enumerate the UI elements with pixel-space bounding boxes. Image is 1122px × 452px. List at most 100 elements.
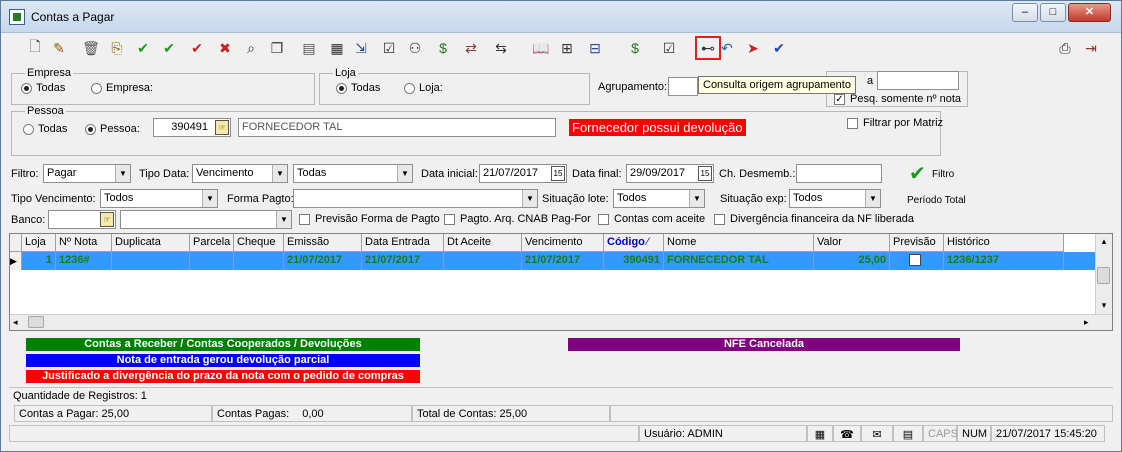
column-header-parcela[interactable]: Parcela bbox=[190, 234, 234, 252]
users-icon[interactable]: ⚇ bbox=[405, 38, 425, 58]
pessoa-one-radio[interactable]: Pessoa: bbox=[85, 123, 140, 135]
money-icon[interactable]: $ bbox=[433, 38, 453, 58]
cell-nota: 1236# bbox=[56, 252, 112, 270]
new-document-icon[interactable]: 🗋 bbox=[25, 38, 45, 58]
nota-search-field[interactable] bbox=[877, 71, 959, 90]
filtrar-matriz-checkbox[interactable]: Filtrar por Matriz bbox=[847, 117, 943, 129]
data-final-field[interactable]: 29/09/2017 15 bbox=[626, 164, 714, 183]
tipo-venc-select[interactable]: Todos ▼ bbox=[100, 189, 218, 208]
tipo-data-select[interactable]: Vencimento ▼ bbox=[192, 164, 288, 183]
export-icon[interactable]: ⇲ bbox=[351, 38, 371, 58]
undo-icon[interactable]: ↶ bbox=[717, 38, 737, 58]
column-header-vencimento[interactable]: Vencimento bbox=[522, 234, 604, 252]
agrupamento-field[interactable] bbox=[668, 77, 698, 96]
transfer-icon[interactable]: ⇄ bbox=[461, 38, 481, 58]
scroll-left-icon[interactable]: ◂ bbox=[13, 315, 23, 329]
confirm-icon[interactable]: ✔ bbox=[133, 38, 153, 58]
column-header-aceite[interactable]: Dt Aceite bbox=[444, 234, 522, 252]
contas-aceite-checkbox[interactable]: Contas com aceite bbox=[598, 213, 705, 225]
banco-select[interactable]: ▼ bbox=[120, 210, 292, 229]
pagto-arq-checkbox[interactable]: Pagto. Arq. CNAB Pag-For bbox=[444, 213, 591, 225]
tipo-venc-select-value: Todos bbox=[104, 192, 134, 204]
book-icon[interactable]: 📖 bbox=[531, 38, 551, 58]
checkbox-list-icon[interactable]: ☑ bbox=[659, 38, 679, 58]
confirm-all-icon[interactable]: ✔ bbox=[159, 38, 179, 58]
column-header-loja[interactable]: Loja bbox=[22, 234, 56, 252]
forma-pagto-select[interactable]: ▼ bbox=[293, 189, 538, 208]
maximize-button[interactable]: □ bbox=[1040, 3, 1066, 22]
loja-one-radio[interactable]: Loja: bbox=[404, 82, 443, 94]
print-grid-icon[interactable]: ▤ bbox=[299, 38, 319, 58]
banco-lookup-icon[interactable]: ☞ bbox=[100, 212, 114, 227]
periodo-total-link[interactable]: Período Total bbox=[907, 195, 966, 206]
empresa-one-radio[interactable]: Empresa: bbox=[91, 82, 153, 94]
column-header-emissao[interactable]: Emissão bbox=[284, 234, 362, 252]
situacao-exp-select[interactable]: Todos ▼ bbox=[789, 189, 881, 208]
legend-bar-green: Contas a Receber / Contas Cooperados / D… bbox=[26, 338, 420, 351]
column-header-label: Vencimento bbox=[525, 236, 583, 248]
horizontal-scrollbar[interactable]: ◂ ▸ bbox=[10, 314, 1112, 330]
vertical-scrollbar[interactable]: ▴ ▾ bbox=[1095, 234, 1112, 314]
calendar-icon[interactable]: 15 bbox=[551, 166, 565, 181]
previsao-checkbox[interactable] bbox=[909, 254, 921, 266]
banco-code-field[interactable]: ☞ bbox=[48, 210, 116, 229]
loja-todas-radio[interactable]: Todas bbox=[336, 82, 380, 94]
cancel-icon[interactable]: ✖ bbox=[215, 38, 235, 58]
arrows-icon[interactable]: ⇆ bbox=[491, 38, 511, 58]
column-header-duplicata[interactable]: Duplicata bbox=[112, 234, 190, 252]
confirm-red-icon[interactable]: ✔ bbox=[187, 38, 207, 58]
calendar-icon[interactable]: 15 bbox=[698, 166, 712, 181]
todas-select[interactable]: Todas ▼ bbox=[293, 164, 413, 183]
close-button[interactable]: ✕ bbox=[1068, 3, 1111, 22]
pesq-somente-nota-checkbox[interactable]: ✓ Pesq. somente nº nota bbox=[834, 93, 961, 105]
calculator-status-icon[interactable]: ▤ bbox=[893, 425, 923, 442]
scroll-up-icon[interactable]: ▴ bbox=[1098, 234, 1110, 248]
column-header-codigo[interactable]: Código ⁄ bbox=[604, 234, 664, 252]
pessoa-code-field[interactable]: 390491 ☞ bbox=[153, 118, 231, 137]
checklist-icon[interactable]: ☑ bbox=[379, 38, 399, 58]
duplicate-icon[interactable]: ❐ bbox=[267, 38, 287, 58]
printer-icon[interactable]: ⎙ bbox=[1055, 38, 1075, 58]
scroll-thumb[interactable] bbox=[1097, 267, 1110, 284]
divergencia-checkbox[interactable]: Divergência financeira da NF liberada bbox=[714, 213, 914, 225]
mail-icon[interactable]: ✉ bbox=[861, 425, 893, 442]
scroll-right-icon[interactable]: ▸ bbox=[1084, 315, 1094, 329]
money-green-icon[interactable]: $ bbox=[625, 38, 645, 58]
checkbox-label: Contas com aceite bbox=[614, 213, 706, 225]
column-header-previsao[interactable]: Previsão bbox=[890, 234, 944, 252]
filtro-select[interactable]: Pagar ▼ bbox=[43, 164, 131, 183]
pessoa-todas-radio[interactable]: Todas bbox=[23, 123, 67, 135]
column-header-cheque[interactable]: Cheque bbox=[234, 234, 284, 252]
column-header-historico[interactable]: Histórico bbox=[944, 234, 1064, 252]
minimize-button[interactable]: – bbox=[1012, 3, 1038, 22]
calendar-status-icon[interactable]: ▦ bbox=[807, 425, 833, 442]
cell-cheque bbox=[234, 252, 284, 270]
pessoa-lookup-icon[interactable]: ☞ bbox=[215, 120, 229, 135]
edit-icon[interactable]: ✎ bbox=[49, 38, 69, 58]
checkmark-blue-icon[interactable]: ✔ bbox=[769, 38, 789, 58]
hscroll-thumb[interactable] bbox=[28, 316, 44, 328]
scroll-down-icon[interactable]: ▾ bbox=[1098, 298, 1110, 312]
copy-icon[interactable]: ⎘ bbox=[107, 38, 127, 58]
column-header-entrada[interactable]: Data Entrada bbox=[362, 234, 444, 252]
column-header-valor[interactable]: Valor bbox=[814, 234, 890, 252]
exit-icon[interactable]: ⇥ bbox=[1081, 38, 1101, 58]
columns-icon[interactable]: ⊟ bbox=[585, 38, 605, 58]
column-header-nome[interactable]: Nome bbox=[664, 234, 814, 252]
send-icon[interactable]: ➤ bbox=[743, 38, 763, 58]
banco-label: Banco: bbox=[11, 214, 46, 226]
toolbar-tooltip: Consulta origem agrupamento bbox=[698, 76, 856, 94]
situacao-lote-select[interactable]: Todos ▼ bbox=[613, 189, 705, 208]
filtro-button[interactable]: Filtro bbox=[932, 169, 954, 180]
calculator-icon[interactable]: ▦ bbox=[327, 38, 347, 58]
empresa-todas-radio[interactable]: Todas bbox=[21, 82, 65, 94]
delete-icon[interactable]: 🗑 bbox=[81, 38, 101, 58]
tree-icon[interactable]: ⊞ bbox=[557, 38, 577, 58]
ch-desmemb-field[interactable] bbox=[796, 164, 882, 183]
search-icon[interactable]: ⌕ bbox=[241, 38, 261, 58]
previsao-forma-checkbox[interactable]: Previsão Forma de Pagto bbox=[299, 213, 440, 225]
phone-icon[interactable]: ☎ bbox=[833, 425, 861, 442]
filtro-check-icon[interactable]: ✔ bbox=[909, 161, 926, 186]
column-header-nota[interactable]: Nº Nota bbox=[56, 234, 112, 252]
data-inicial-field[interactable]: 21/07/2017 15 bbox=[479, 164, 567, 183]
